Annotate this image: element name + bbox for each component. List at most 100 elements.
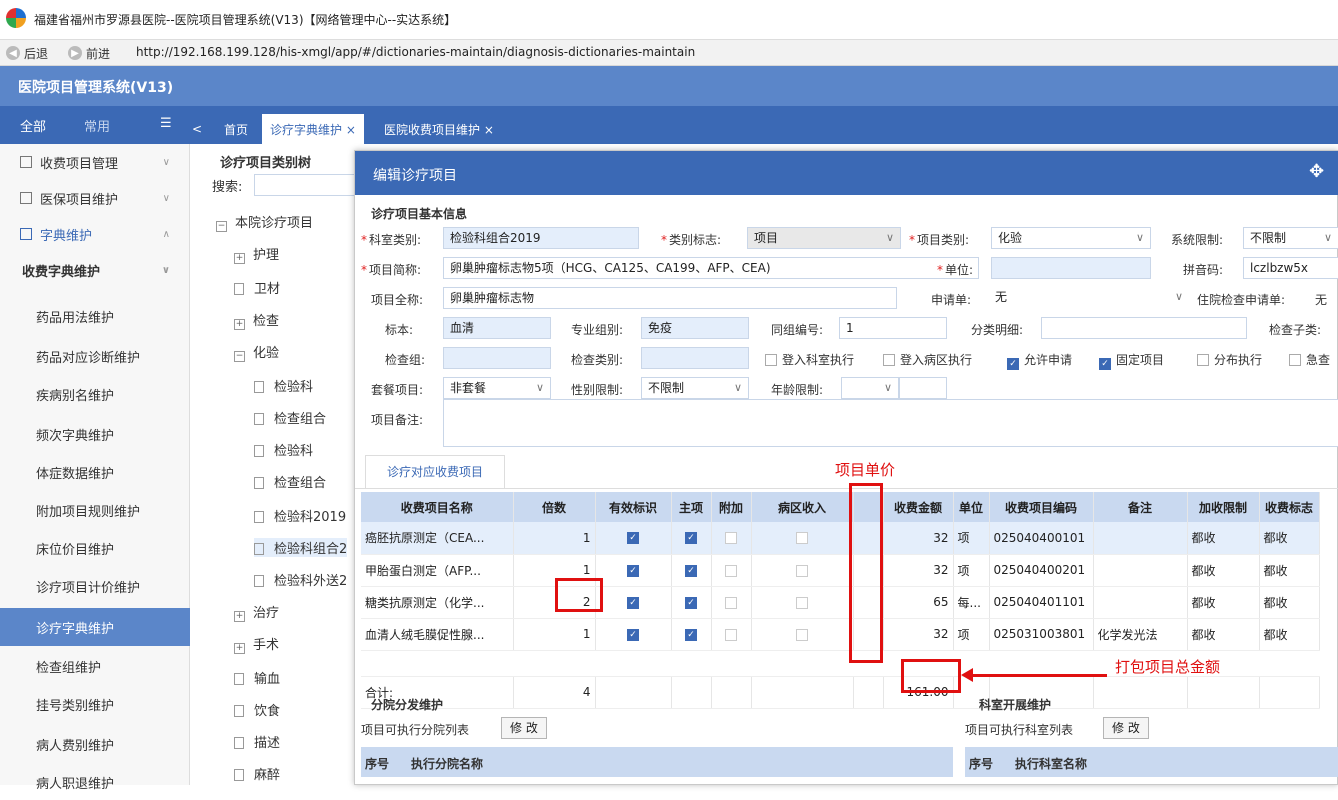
tree-node[interactable]: 麻醉 <box>234 764 280 783</box>
tree-node[interactable]: 饮食 <box>234 700 280 719</box>
tree-node[interactable]: 检查组合 <box>254 472 326 491</box>
dept-col-name[interactable]: 执行科室名称 <box>1015 755 1087 772</box>
sidebar-item-frequency[interactable]: 频次字典维护 <box>0 416 190 452</box>
col-multiple[interactable]: 倍数 <box>513 492 596 522</box>
cell-main[interactable]: ✓ <box>671 618 712 651</box>
col-valid[interactable]: 有效标识 <box>595 492 672 522</box>
tree-search-input[interactable] <box>254 174 364 196</box>
tree-node[interactable]: + 治疗 <box>234 602 279 622</box>
cell-valid[interactable]: ✓ <box>595 554 672 587</box>
sidebar-item-diag-dict[interactable]: 诊疗字典维护 <box>0 608 190 646</box>
group-field[interactable]: 免疫 <box>641 317 749 339</box>
item-type-select[interactable]: 化验 <box>991 227 1151 249</box>
cell-valid[interactable]: ✓ <box>595 586 672 619</box>
cell-ward-income[interactable] <box>751 618 854 651</box>
group-number-field[interactable]: 1 <box>839 317 947 339</box>
system-limit-select[interactable]: 不限制 <box>1243 227 1338 249</box>
col-name[interactable]: 收费项目名称 <box>361 492 514 522</box>
checkbox-dept-exec[interactable]: 登入科室执行 <box>765 351 854 368</box>
cell-multiple[interactable]: 1 <box>513 554 596 587</box>
cell-extra[interactable] <box>711 522 752 555</box>
tab-charge-mapping[interactable]: 诊疗对应收费项目 <box>365 455 505 489</box>
tabs-prev-icon[interactable]: < <box>192 114 208 144</box>
sidebar-item-extra-rules[interactable]: 附加项目规则维护 <box>0 492 190 528</box>
sidebar-item-dict[interactable]: 字典维护 ∧ <box>0 216 190 252</box>
col-unit[interactable]: 单位 <box>953 492 990 522</box>
checkbox-fixed-item[interactable]: ✓ 固定项目 <box>1099 351 1164 370</box>
col-amount[interactable]: 收费金额 <box>883 492 954 522</box>
tree-node[interactable]: + 手术 <box>234 634 279 654</box>
tree-node[interactable]: 输血 <box>234 668 280 687</box>
sidebar-item-charge-mgmt[interactable]: 收费项目管理 ∨ <box>0 144 190 180</box>
cell-extra[interactable] <box>711 586 752 619</box>
tree-node[interactable]: − 化验 <box>234 342 279 362</box>
tree-node[interactable]: 卫材 <box>234 278 280 297</box>
check-group-field[interactable] <box>443 347 551 369</box>
col-blank[interactable] <box>853 492 884 522</box>
remark-field[interactable] <box>443 399 1338 447</box>
tree-node[interactable]: 检验科 <box>254 376 313 395</box>
cell-main[interactable]: ✓ <box>671 522 712 555</box>
sidebar-item-retire[interactable]: 病人职退维护 <box>0 764 190 800</box>
full-name-field[interactable]: 卵巢肿瘤标志物 <box>443 287 897 309</box>
sidebar-item-bed-price[interactable]: 床位价目维护 <box>0 530 190 566</box>
class-detail-field[interactable] <box>1041 317 1247 339</box>
checkbox-urgent[interactable]: 急查 <box>1289 351 1330 368</box>
tab-charge-items[interactable]: 医院收费项目维护 × <box>376 114 502 144</box>
table-row[interactable]: 甲胎蛋白测定（AFP... 1 ✓ ✓ 32 项 025040400201 都收… <box>361 554 1320 587</box>
sidebar-item-registration[interactable]: 挂号类别维护 <box>0 686 190 722</box>
tree-node-root[interactable]: − 本院诊疗项目 <box>216 212 313 232</box>
back-button[interactable]: ◀ 后退 <box>6 45 48 61</box>
cell-main[interactable]: ✓ <box>671 586 712 619</box>
check-type-field[interactable] <box>641 347 749 369</box>
sidebar-item-pricing[interactable]: 诊疗项目计价维护 <box>0 568 190 604</box>
tree-node[interactable]: 描述 <box>234 732 280 751</box>
checkbox-ward-exec[interactable]: 登入病区执行 <box>883 351 972 368</box>
branch-edit-button[interactable]: 修 改 <box>501 717 547 739</box>
tab-diagnosis-dict[interactable]: 诊疗字典维护 × <box>262 114 364 144</box>
table-row[interactable]: 癌胚抗原测定（CEA... 1 ✓ ✓ 32 项 025040400101 都收… <box>361 522 1320 555</box>
branch-col-index[interactable]: 序号 <box>365 755 389 772</box>
cell-ward-income[interactable] <box>751 554 854 587</box>
cell-main[interactable]: ✓ <box>671 554 712 587</box>
menu-toggle-icon[interactable]: ☰ <box>160 116 172 131</box>
tab-common[interactable]: 常用 <box>84 116 110 135</box>
tab-all[interactable]: 全部 <box>20 116 46 135</box>
cell-multiple[interactable]: 1 <box>513 618 596 651</box>
sidebar-item-drug-diag[interactable]: 药品对应诊断维护 <box>0 338 190 374</box>
cell-ward-income[interactable] <box>751 522 854 555</box>
checkbox-allow-apply[interactable]: ✓ 允许申请 <box>1007 351 1072 370</box>
col-main[interactable]: 主项 <box>671 492 712 522</box>
forward-button[interactable]: ▶ 前进 <box>68 45 110 61</box>
col-extra[interactable]: 附加 <box>711 492 752 522</box>
sidebar-item-usage[interactable]: 药品用法维护 <box>0 298 190 334</box>
tree-node[interactable]: 检验科外送2 <box>254 570 347 589</box>
col-remark[interactable]: 备注 <box>1093 492 1188 522</box>
dialog-header[interactable]: 编辑诊疗项目 ✥ <box>355 151 1338 195</box>
cell-valid[interactable]: ✓ <box>595 618 672 651</box>
col-charge-flag[interactable]: 收费标志 <box>1259 492 1320 522</box>
sidebar-item-signs[interactable]: 体症数据维护 <box>0 454 190 490</box>
tree-node[interactable]: + 护理 <box>234 244 279 264</box>
col-surcharge[interactable]: 加收限制 <box>1187 492 1260 522</box>
inpatient-form-value[interactable]: 无 <box>1315 291 1327 308</box>
sidebar-item-disease-alias[interactable]: 疾病别名维护 <box>0 376 190 412</box>
age-limit-value[interactable] <box>899 377 947 399</box>
branch-col-name[interactable]: 执行分院名称 <box>411 755 483 772</box>
apply-form-select[interactable]: 无 <box>989 287 1189 309</box>
cell-multiple[interactable]: 1 <box>513 522 596 555</box>
sidebar-item-insurance[interactable]: 医保项目维护 ∨ <box>0 180 190 216</box>
dept-col-index[interactable]: 序号 <box>969 755 993 772</box>
checkbox-dist-exec[interactable]: 分布执行 <box>1197 351 1262 368</box>
col-ward-income[interactable]: 病区收入 <box>751 492 854 522</box>
sidebar-item-check-group[interactable]: 检查组维护 <box>0 648 190 684</box>
dept-type-field[interactable]: 检验科组合2019 <box>443 227 639 249</box>
tree-node[interactable]: 检验科 <box>254 440 313 459</box>
age-limit-select[interactable] <box>841 377 899 399</box>
table-row[interactable]: 血清人绒毛膜促性腺... 1 ✓ ✓ 32 项 025031003801 化学发… <box>361 618 1320 651</box>
cell-extra[interactable] <box>711 554 752 587</box>
col-code[interactable]: 收费项目编码 <box>989 492 1094 522</box>
tree-node[interactable]: 检查组合 <box>254 408 326 427</box>
dept-edit-button[interactable]: 修 改 <box>1103 717 1149 739</box>
table-row[interactable]: 糖类抗原测定（化学... 2 ✓ ✓ 65 每... 025040401101 … <box>361 586 1320 619</box>
